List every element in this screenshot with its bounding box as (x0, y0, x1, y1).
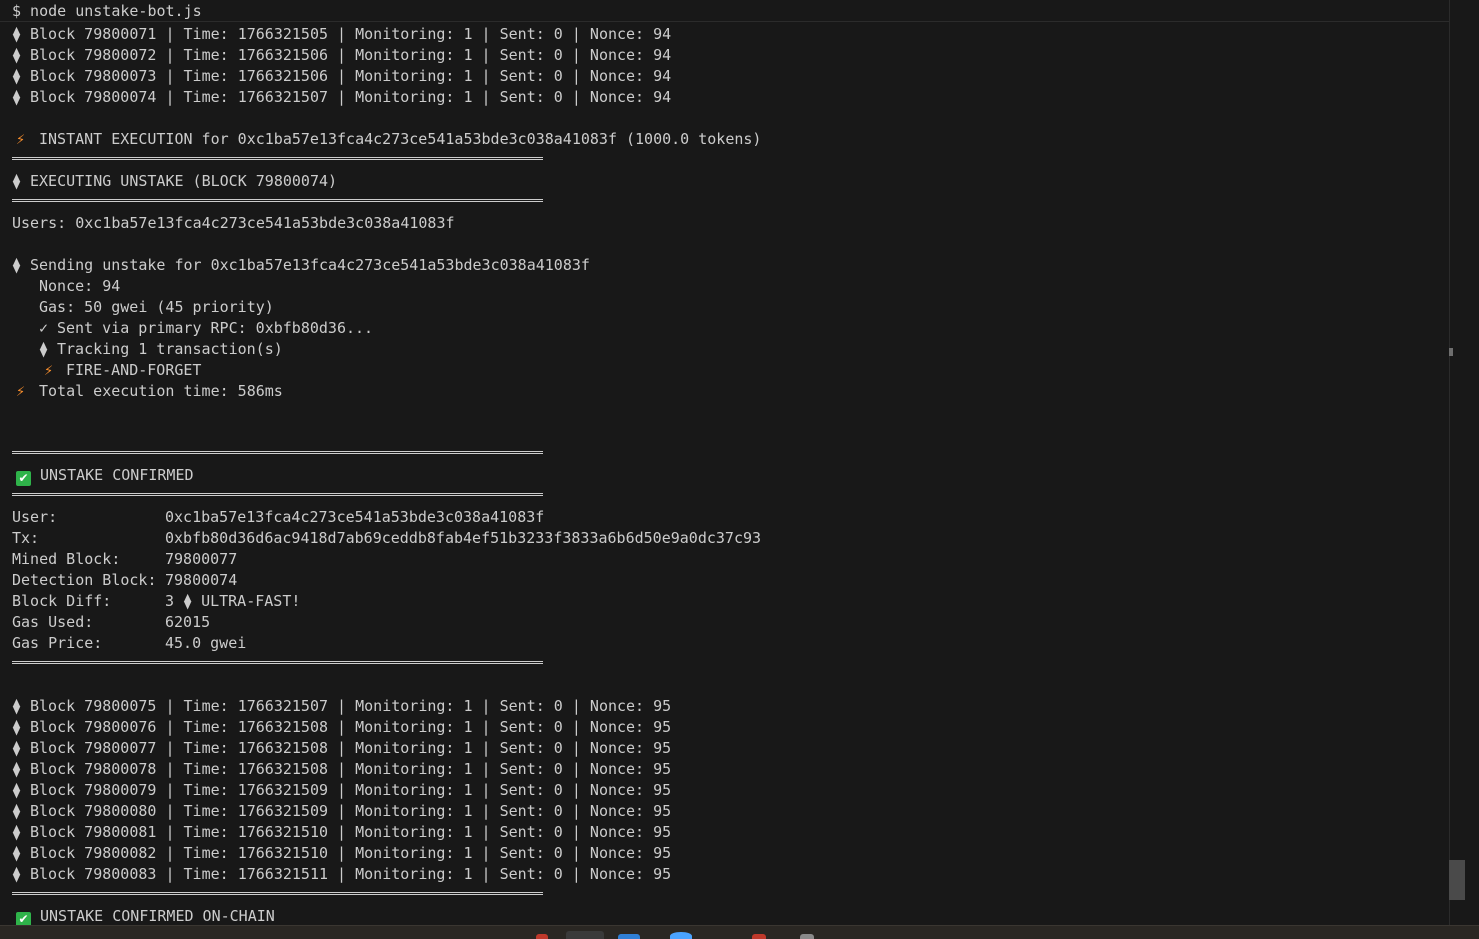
divider (12, 661, 543, 664)
taskbar-app-icon[interactable] (536, 934, 548, 939)
diamond-icon: ⧫ (183, 592, 193, 610)
detail-value-mined-block: 79800077 (165, 550, 238, 568)
tracking-line: ⧫ Tracking 1 transaction(s) (39, 340, 283, 358)
detail-value-tx: 0xbfb80d36d6ac9418d7ab69ceddb8fab4ef51b3… (165, 529, 762, 547)
detail-label: Detection Block: (12, 571, 157, 589)
vertical-scrollbar[interactable] (1449, 0, 1479, 925)
nonce-line: Nonce: 94 (39, 277, 121, 295)
gas-line: Gas: 50 gwei (45 priority) (39, 298, 274, 316)
block-line: ⧫ Block 79800071 | Time: 1766321505 | Mon… (12, 25, 672, 43)
diamond-icon: ⧫ (12, 739, 22, 757)
block-line: ⧫ Block 79800072 | Time: 1766321506 | Mon… (12, 46, 672, 64)
detail-value-gas-price: 45.0 gwei (165, 634, 247, 652)
taskbar-app-icon[interactable] (670, 932, 692, 939)
detail-label: Tx: (12, 529, 40, 547)
taskbar-app-icon[interactable] (618, 934, 640, 939)
divider (12, 199, 543, 202)
block-line: ⧫ Block 79800078 | Time: 1766321508 | Mon… (12, 760, 672, 778)
check-icon: ✓ (39, 319, 49, 337)
scrollbar-marker (1449, 348, 1453, 356)
scrollbar-thumb[interactable] (1449, 860, 1465, 900)
block-line: ⧫ Block 79800082 | Time: 1766321510 | Mon… (12, 844, 672, 862)
bolt-icon: ⚡ (44, 361, 54, 379)
total-execution-line: ⚡ Total execution time: 586ms (12, 381, 283, 402)
detail-value-block-diff: 3 ⧫ ULTRA-FAST! (165, 592, 301, 610)
detail-value-user: 0xc1ba57e13fca4c273ce541a53bde3c038a4108… (165, 508, 545, 526)
bolt-icon: ⚡ (16, 382, 26, 400)
command-prompt: $ node unstake-bot.js (12, 2, 202, 20)
detail-label: User: (12, 508, 58, 526)
taskbar-app-icon[interactable] (566, 931, 604, 939)
diamond-icon: ⧫ (12, 823, 22, 841)
diamond-icon: ⧫ (12, 802, 22, 820)
detail-label: Block Diff: (12, 592, 112, 610)
block-line: ⧫ Block 79800074 | Time: 1766321507 | Mon… (12, 88, 672, 106)
block-line: ⧫ Block 79800073 | Time: 1766321506 | Mon… (12, 67, 672, 85)
divider (12, 451, 543, 454)
diamond-icon: ⧫ (12, 172, 22, 190)
sent-via-line: ✓ Sent via primary RPC: 0xbfb80d36... (39, 319, 374, 337)
detail-label: Gas Used: (12, 613, 94, 631)
taskbar-app-icon[interactable] (752, 934, 766, 939)
detail-value-detection-block: 79800074 (165, 571, 238, 589)
diamond-icon: ⧫ (12, 46, 22, 64)
diamond-icon: ⧫ (12, 760, 22, 778)
prompt-bar (0, 0, 1449, 22)
unstake-confirmed-onchain-header: ✔ UNSTAKE CONFIRMED ON-CHAIN (16, 906, 275, 927)
diamond-icon: ⧫ (12, 256, 22, 274)
check-box-icon: ✔ (16, 471, 31, 486)
instant-execution-line: ⚡ INSTANT EXECUTION for 0xc1ba57e13fca4c2… (12, 129, 761, 150)
diamond-icon: ⧫ (12, 67, 22, 85)
users-line: Users: 0xc1ba57e13fca4c273ce541a53bde3c0… (12, 214, 455, 232)
bolt-icon: ⚡ (16, 130, 26, 148)
diamond-icon: ⧫ (12, 781, 22, 799)
taskbar (0, 925, 1479, 939)
block-line: ⧫ Block 79800083 | Time: 1766321511 | Mon… (12, 865, 672, 883)
block-line: ⧫ Block 79800076 | Time: 1766321508 | Mon… (12, 718, 672, 736)
block-line: ⧫ Block 79800079 | Time: 1766321509 | Mon… (12, 781, 672, 799)
detail-value-gas-used: 62015 (165, 613, 211, 631)
block-line: ⧫ Block 79800081 | Time: 1766321510 | Mon… (12, 823, 672, 841)
diamond-icon: ⧫ (12, 88, 22, 106)
divider (12, 892, 543, 895)
detail-label: Gas Price: (12, 634, 103, 652)
block-line: ⧫ Block 79800077 | Time: 1766321508 | Mon… (12, 739, 672, 757)
executing-unstake-header: ⧫ EXECUTING UNSTAKE (BLOCK 79800074) (12, 172, 338, 190)
sending-unstake-line: ⧫ Sending unstake for 0xc1ba57e13fca4c273… (12, 256, 590, 274)
detail-label: Mined Block: (12, 550, 121, 568)
block-line: ⧫ Block 79800080 | Time: 1766321509 | Mon… (12, 802, 672, 820)
diamond-icon: ⧫ (12, 865, 22, 883)
fire-and-forget-line: ⚡ FIRE-AND-FORGET (44, 361, 202, 379)
divider (12, 493, 543, 496)
terminal-window[interactable]: $ node unstake-bot.js ⧫ Block 79800071 | … (0, 0, 1479, 939)
diamond-icon: ⧫ (39, 340, 49, 358)
diamond-icon: ⧫ (12, 25, 22, 43)
block-line: ⧫ Block 79800075 | Time: 1766321507 | Mon… (12, 697, 672, 715)
diamond-icon: ⧫ (12, 844, 22, 862)
diamond-icon: ⧫ (12, 697, 22, 715)
taskbar-app-icon[interactable] (800, 934, 814, 939)
unstake-confirmed-header: ✔ UNSTAKE CONFIRMED (16, 465, 194, 486)
divider (12, 157, 543, 160)
diamond-icon: ⧫ (12, 718, 22, 736)
